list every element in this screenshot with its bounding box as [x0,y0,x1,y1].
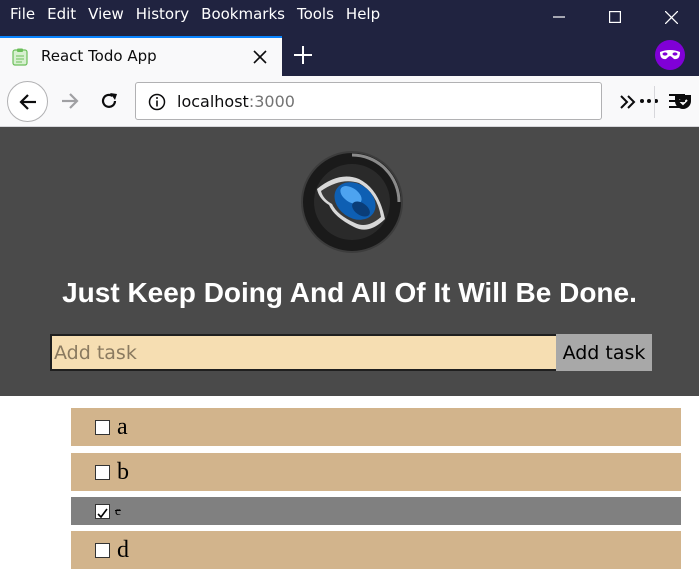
todo-label: b [117,458,129,485]
menu-help[interactable]: Help [340,0,386,28]
add-task-button[interactable]: Add task [556,334,652,371]
app-title: Just Keep Doing And All Of It Will Be Do… [62,277,637,308]
minimize-button[interactable] [531,0,587,34]
todo-checkbox[interactable] [95,542,110,558]
hamburger-menu-icon [669,94,685,108]
window-titlebar: File Edit View History Bookmarks Tools H… [0,0,699,76]
url-text: localhost:3000 [177,92,295,111]
ellipsis-icon[interactable] [639,91,659,111]
new-tab-button[interactable] [290,42,316,68]
forward-arrow-icon [62,93,79,109]
plus-icon [294,46,312,64]
maximize-button[interactable] [587,0,643,34]
todo-label: c [115,503,121,518]
todo-checkbox[interactable] [95,419,110,435]
close-icon [664,10,678,24]
private-browsing-icon [655,40,685,70]
menu-tools[interactable]: Tools [291,0,340,28]
menu-view[interactable]: View [82,0,130,28]
todo-label: a [117,413,128,440]
toolbar-separator [654,86,655,118]
menu-file[interactable]: File [4,0,41,28]
window-controls [531,0,699,34]
tab-react-todo-app[interactable]: React Todo App [0,36,282,76]
back-button[interactable] [7,81,48,122]
reload-button[interactable] [94,86,124,116]
overflow-menu-button[interactable] [614,88,642,116]
todo-checkbox-checked[interactable] [95,503,110,519]
checkmark-icon [97,508,108,518]
add-task-input[interactable] [50,334,556,371]
clipboard-favicon-icon [12,48,28,66]
reload-icon [101,93,117,108]
menu-bookmarks[interactable]: Bookmarks [195,0,291,28]
address-bar[interactable]: localhost:3000 [135,82,691,120]
open-menu-button[interactable] [664,88,690,114]
menu-bar: File Edit View History Bookmarks Tools H… [0,0,386,28]
chevron-double-right-icon [620,95,636,109]
minimize-icon [553,16,565,18]
close-window-button[interactable] [643,0,699,34]
todo-checkbox[interactable] [95,464,110,480]
back-arrow-icon [18,93,36,110]
todo-item[interactable]: a [71,408,681,446]
info-icon[interactable] [148,93,166,111]
app-header: Just Keep Doing And All Of It Will Be Do… [0,127,699,396]
navigation-toolbar: localhost:3000 [0,76,699,127]
steering-wheel-logo [301,151,403,253]
todo-item[interactable]: d [71,531,681,569]
maximize-icon [609,11,621,23]
url-port: :3000 [248,92,295,111]
todo-item-completed[interactable]: c [71,497,681,525]
tab-close-icon[interactable] [252,49,268,65]
todo-label: d [117,536,129,563]
todo-item[interactable]: b [71,453,681,491]
forward-button[interactable] [55,86,85,116]
url-host: localhost [177,92,249,111]
tab-title: React Todo App [41,47,157,65]
menu-edit[interactable]: Edit [41,0,82,28]
menu-history[interactable]: History [130,0,195,28]
